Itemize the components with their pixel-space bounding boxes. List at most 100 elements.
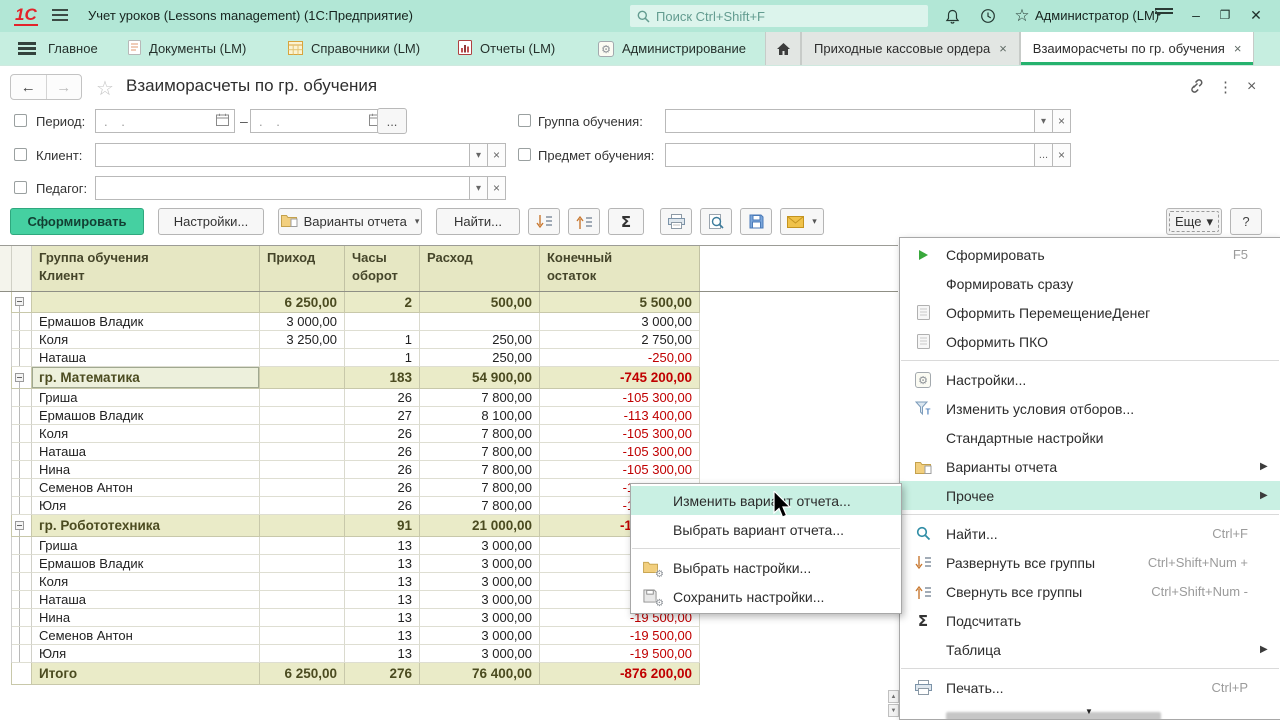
cell-income[interactable] bbox=[260, 425, 345, 443]
cell-income[interactable] bbox=[260, 515, 345, 537]
cell-balance[interactable]: -876 200,00 bbox=[540, 663, 700, 685]
cell-expense[interactable]: 21 000,00 bbox=[420, 515, 540, 537]
tab-cash-orders[interactable]: Приходные кассовые ордера × bbox=[801, 32, 1020, 65]
cell-income[interactable] bbox=[260, 573, 345, 591]
client-dropdown-button[interactable]: ▾ bbox=[470, 143, 488, 167]
cell-expense[interactable] bbox=[420, 313, 540, 331]
cell-balance[interactable]: -105 300,00 bbox=[540, 425, 700, 443]
client-input[interactable] bbox=[95, 143, 470, 167]
cell-name[interactable]: Наташа bbox=[32, 591, 260, 609]
table-row[interactable]: Ермашов Владик 27 8 100,00 -113 400,00 bbox=[0, 407, 898, 425]
cell-income[interactable]: 3 250,00 bbox=[260, 331, 345, 349]
cell-income[interactable] bbox=[260, 555, 345, 573]
teacher-checkbox[interactable] bbox=[14, 181, 27, 194]
cell-income[interactable] bbox=[260, 367, 345, 389]
cell-hours[interactable]: 26 bbox=[345, 461, 420, 479]
cell-expense[interactable]: 7 800,00 bbox=[420, 461, 540, 479]
section-main[interactable]: Главное bbox=[48, 32, 98, 65]
cell-balance[interactable]: -113 400,00 bbox=[540, 407, 700, 425]
cell-income[interactable] bbox=[260, 591, 345, 609]
teacher-input[interactable] bbox=[95, 176, 470, 200]
cell-balance[interactable]: -105 300,00 bbox=[540, 443, 700, 461]
cell-hours[interactable]: 13 bbox=[345, 609, 420, 627]
menu-item[interactable]: Развернуть все группы Ctrl+Shift+Num + bbox=[900, 548, 1280, 577]
group-clear-button[interactable]: × bbox=[1053, 109, 1071, 133]
print-preview-button[interactable] bbox=[700, 208, 732, 235]
subject-input[interactable] bbox=[665, 143, 1035, 167]
save-button[interactable] bbox=[740, 208, 772, 235]
cell-expense[interactable]: 54 900,00 bbox=[420, 367, 540, 389]
close-tab-icon[interactable]: × bbox=[1234, 41, 1242, 56]
cell-name[interactable]: Ермашов Владик bbox=[32, 313, 260, 331]
cell-expense[interactable]: 7 800,00 bbox=[420, 443, 540, 461]
scroll-up-button[interactable]: ▲ bbox=[888, 690, 899, 703]
menu-item[interactable]: Изменить вариант отчета... bbox=[631, 486, 901, 515]
table-row[interactable]: Коля 26 7 800,00 -105 300,00 bbox=[0, 425, 898, 443]
cell-hours[interactable]: 91 bbox=[345, 515, 420, 537]
back-button[interactable]: ← bbox=[11, 75, 47, 99]
cell-balance[interactable]: 3 000,00 bbox=[540, 313, 700, 331]
add-favorite-star-icon[interactable]: ☆ bbox=[96, 76, 114, 101]
history-icon[interactable] bbox=[977, 6, 999, 26]
table-group-row[interactable]: гр. Математика 183 54 900,00 -745 200,00 bbox=[0, 367, 898, 389]
close-tab-icon[interactable]: × bbox=[999, 41, 1007, 56]
cell-hours[interactable]: 13 bbox=[345, 591, 420, 609]
col-header-expense[interactable]: Расход bbox=[420, 246, 540, 291]
cell-balance[interactable]: 2 750,00 bbox=[540, 331, 700, 349]
table-group-row[interactable]: 6 250,00 2 500,00 5 500,00 bbox=[0, 292, 898, 313]
find-button[interactable]: Найти... bbox=[436, 208, 520, 235]
cell-hours[interactable]: 26 bbox=[345, 443, 420, 461]
menu-scroll-down-icon[interactable]: ▼ bbox=[1085, 707, 1093, 716]
cell-name[interactable]: гр. Математика bbox=[32, 367, 260, 389]
cell-hours[interactable]: 13 bbox=[345, 645, 420, 663]
cell-hours[interactable]: 1 bbox=[345, 331, 420, 349]
forward-button[interactable]: → bbox=[47, 75, 82, 99]
period-to-input[interactable]: . . bbox=[250, 109, 388, 133]
cell-hours[interactable]: 13 bbox=[345, 627, 420, 645]
cell-balance[interactable]: -105 300,00 bbox=[540, 461, 700, 479]
notifications-bell-icon[interactable] bbox=[941, 6, 963, 26]
cell-name[interactable]: Семенов Антон bbox=[32, 479, 260, 497]
cell-income[interactable] bbox=[260, 645, 345, 663]
menu-item[interactable]: ⚙ Сохранить настройки... bbox=[631, 582, 901, 611]
close-form-icon[interactable]: × bbox=[1247, 78, 1256, 96]
cell-expense[interactable]: 3 000,00 bbox=[420, 591, 540, 609]
menu-item[interactable]: Оформить ПеремещениеДенег bbox=[900, 298, 1280, 327]
cell-expense[interactable]: 3 000,00 bbox=[420, 609, 540, 627]
cell-income[interactable] bbox=[260, 627, 345, 645]
col-header-balance[interactable]: Конечный остаток bbox=[540, 246, 700, 291]
cell-expense[interactable]: 7 800,00 bbox=[420, 389, 540, 407]
cell-name[interactable]: Коля bbox=[32, 425, 260, 443]
menu-item[interactable]: Формировать сразу bbox=[900, 269, 1280, 298]
cell-balance[interactable]: -19 500,00 bbox=[540, 645, 700, 663]
cell-income[interactable] bbox=[260, 479, 345, 497]
collapse-group-icon[interactable] bbox=[15, 520, 24, 530]
cell-hours[interactable] bbox=[345, 313, 420, 331]
cell-name[interactable]: Гриша bbox=[32, 389, 260, 407]
table-row[interactable]: Нина 26 7 800,00 -105 300,00 bbox=[0, 461, 898, 479]
menu-item[interactable]: ⚙ Выбрать настройки... bbox=[631, 553, 901, 582]
cell-expense[interactable]: 8 100,00 bbox=[420, 407, 540, 425]
menu-item[interactable]: Σ Подсчитать bbox=[900, 606, 1280, 635]
menu-item[interactable]: Стандартные настройки bbox=[900, 423, 1280, 452]
cell-name[interactable]: Итого bbox=[32, 663, 260, 685]
calendar-icon[interactable] bbox=[216, 113, 229, 129]
period-checkbox[interactable] bbox=[14, 114, 27, 127]
menu-item[interactable]: Прочее ▶ bbox=[900, 481, 1280, 510]
main-menu-icon[interactable] bbox=[52, 9, 68, 22]
period-more-button[interactable]: ... bbox=[377, 108, 407, 134]
cell-name[interactable]: Нина bbox=[32, 461, 260, 479]
cell-hours[interactable]: 27 bbox=[345, 407, 420, 425]
close-window-button[interactable]: ✕ bbox=[1243, 4, 1269, 26]
table-row[interactable]: Наташа 26 7 800,00 -105 300,00 bbox=[0, 443, 898, 461]
print-button[interactable] bbox=[660, 208, 692, 235]
cell-hours[interactable]: 276 bbox=[345, 663, 420, 685]
subject-checkbox[interactable] bbox=[518, 148, 531, 161]
cell-name[interactable]: Юля bbox=[32, 645, 260, 663]
menu-item[interactable]: Печать... Ctrl+P bbox=[900, 673, 1280, 702]
cell-expense[interactable]: 250,00 bbox=[420, 349, 540, 367]
cell-hours[interactable]: 26 bbox=[345, 389, 420, 407]
cell-balance[interactable]: -19 500,00 bbox=[540, 627, 700, 645]
cell-hours[interactable]: 13 bbox=[345, 537, 420, 555]
menu-item[interactable]: Выбрать вариант отчета... bbox=[631, 515, 901, 544]
